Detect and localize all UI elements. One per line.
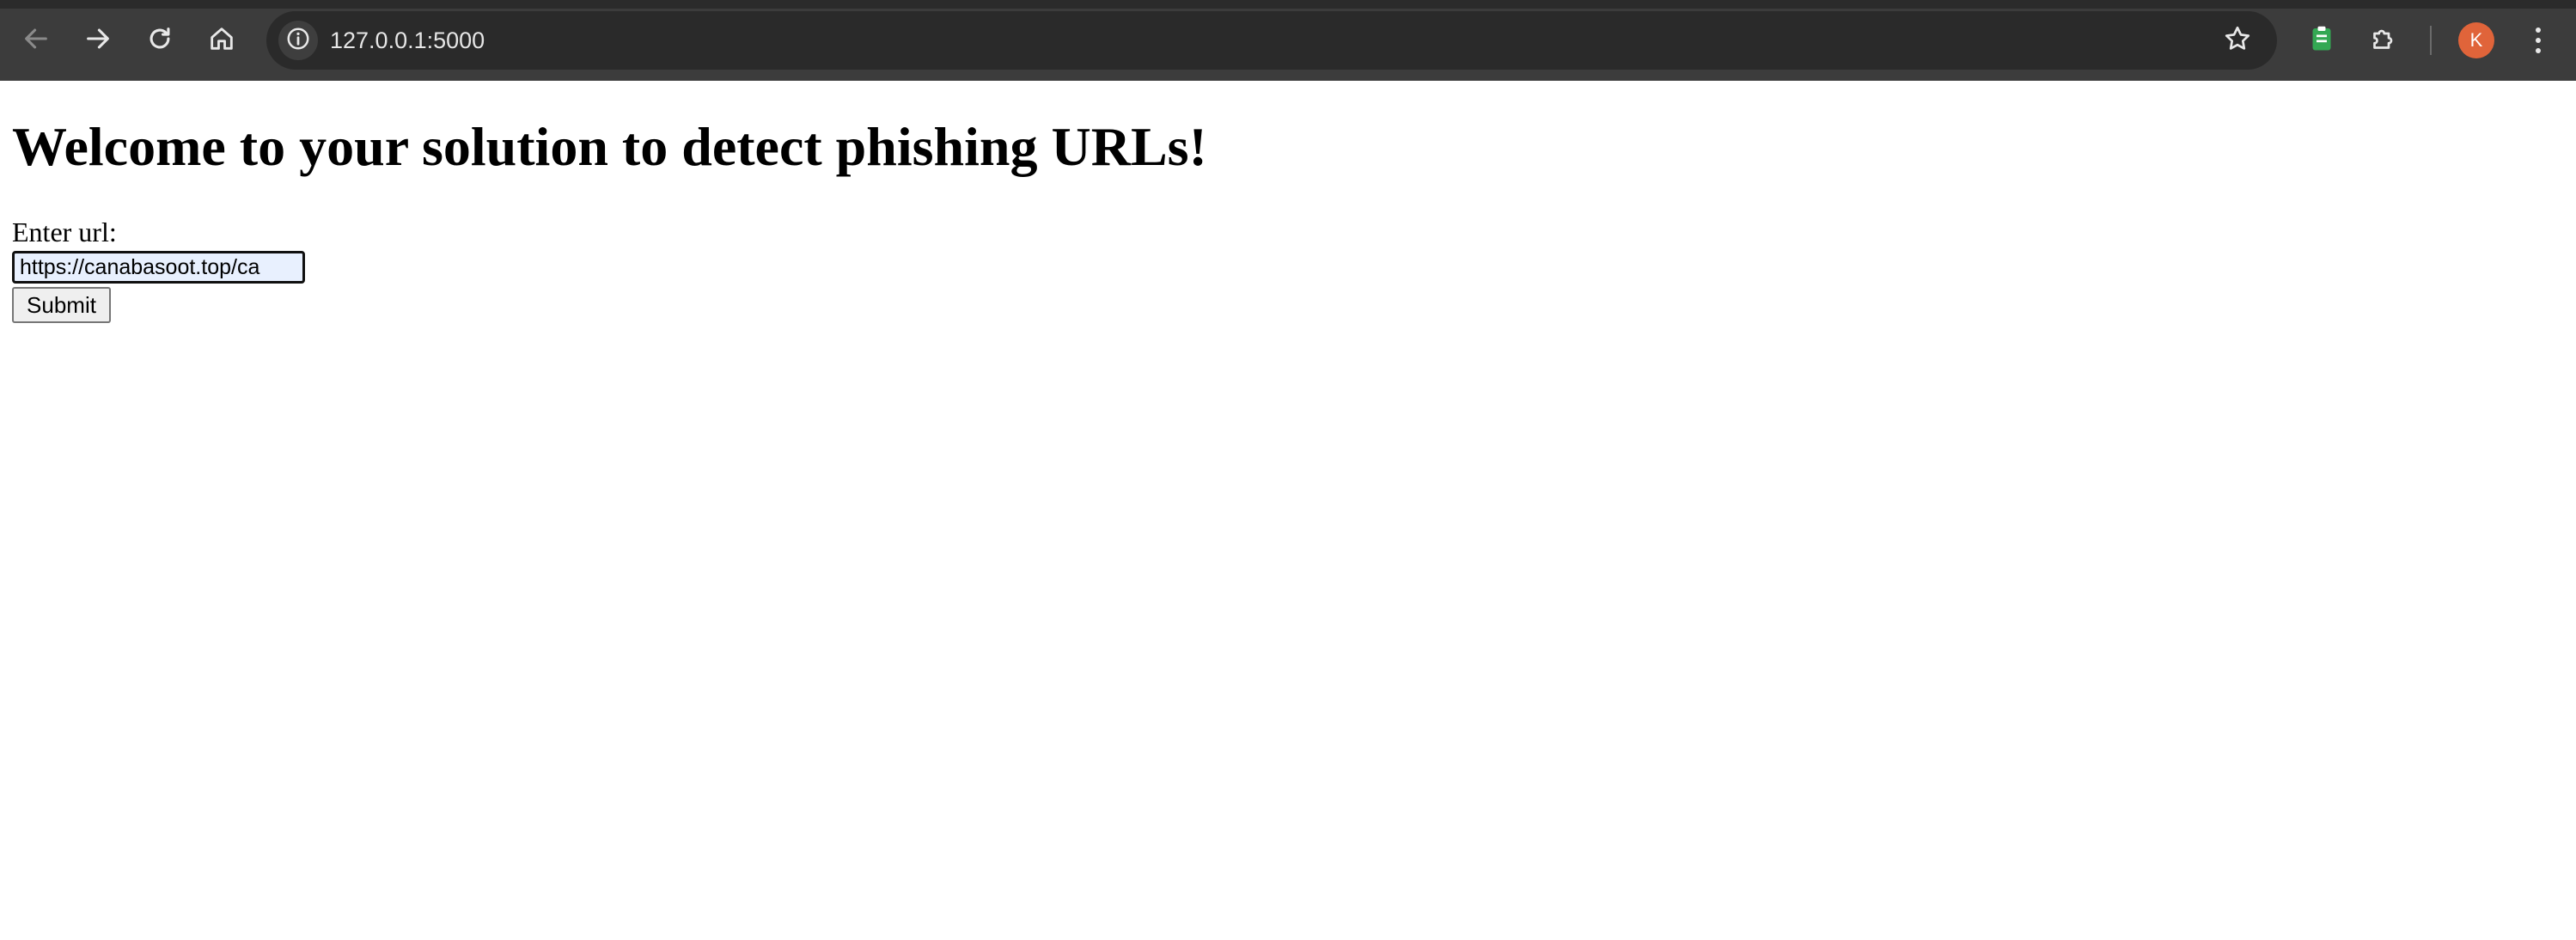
forward-button[interactable] bbox=[76, 19, 119, 62]
menu-dot bbox=[2536, 27, 2541, 33]
page-title: Welcome to your solution to detect phish… bbox=[12, 116, 1207, 177]
page-content: Welcome to your solution to detect phish… bbox=[0, 81, 2576, 940]
arrow-left-icon bbox=[21, 24, 51, 58]
submit-button[interactable]: Submit bbox=[12, 287, 111, 323]
clipboard-icon bbox=[2306, 23, 2337, 58]
info-icon bbox=[285, 26, 311, 56]
extensions-button[interactable] bbox=[2362, 19, 2405, 62]
address-bar[interactable]: 127.0.0.1:5000 bbox=[266, 11, 2277, 70]
site-info-button[interactable] bbox=[278, 21, 318, 60]
bookmark-button[interactable] bbox=[2220, 23, 2255, 58]
arrow-right-icon bbox=[83, 24, 113, 58]
browser-toolbar: 127.0.0.1:5000 K bbox=[0, 0, 2576, 81]
url-input[interactable] bbox=[12, 251, 305, 284]
back-button[interactable] bbox=[15, 19, 58, 62]
puzzle-icon bbox=[2368, 23, 2399, 58]
browser-menu-button[interactable] bbox=[2521, 19, 2555, 62]
tab-strip-edge bbox=[0, 0, 2576, 9]
toolbar-divider bbox=[2430, 26, 2432, 55]
menu-dot bbox=[2536, 38, 2541, 43]
menu-dot bbox=[2536, 48, 2541, 53]
home-button[interactable] bbox=[200, 19, 243, 62]
extension-clipboard-button[interactable] bbox=[2300, 19, 2343, 62]
home-icon bbox=[207, 24, 236, 58]
star-icon bbox=[2222, 23, 2253, 58]
reload-icon bbox=[145, 24, 174, 58]
address-url[interactable]: 127.0.0.1:5000 bbox=[330, 11, 485, 70]
profile-avatar[interactable]: K bbox=[2458, 22, 2494, 58]
url-label: Enter url: bbox=[12, 217, 117, 247]
reload-button[interactable] bbox=[138, 19, 181, 62]
